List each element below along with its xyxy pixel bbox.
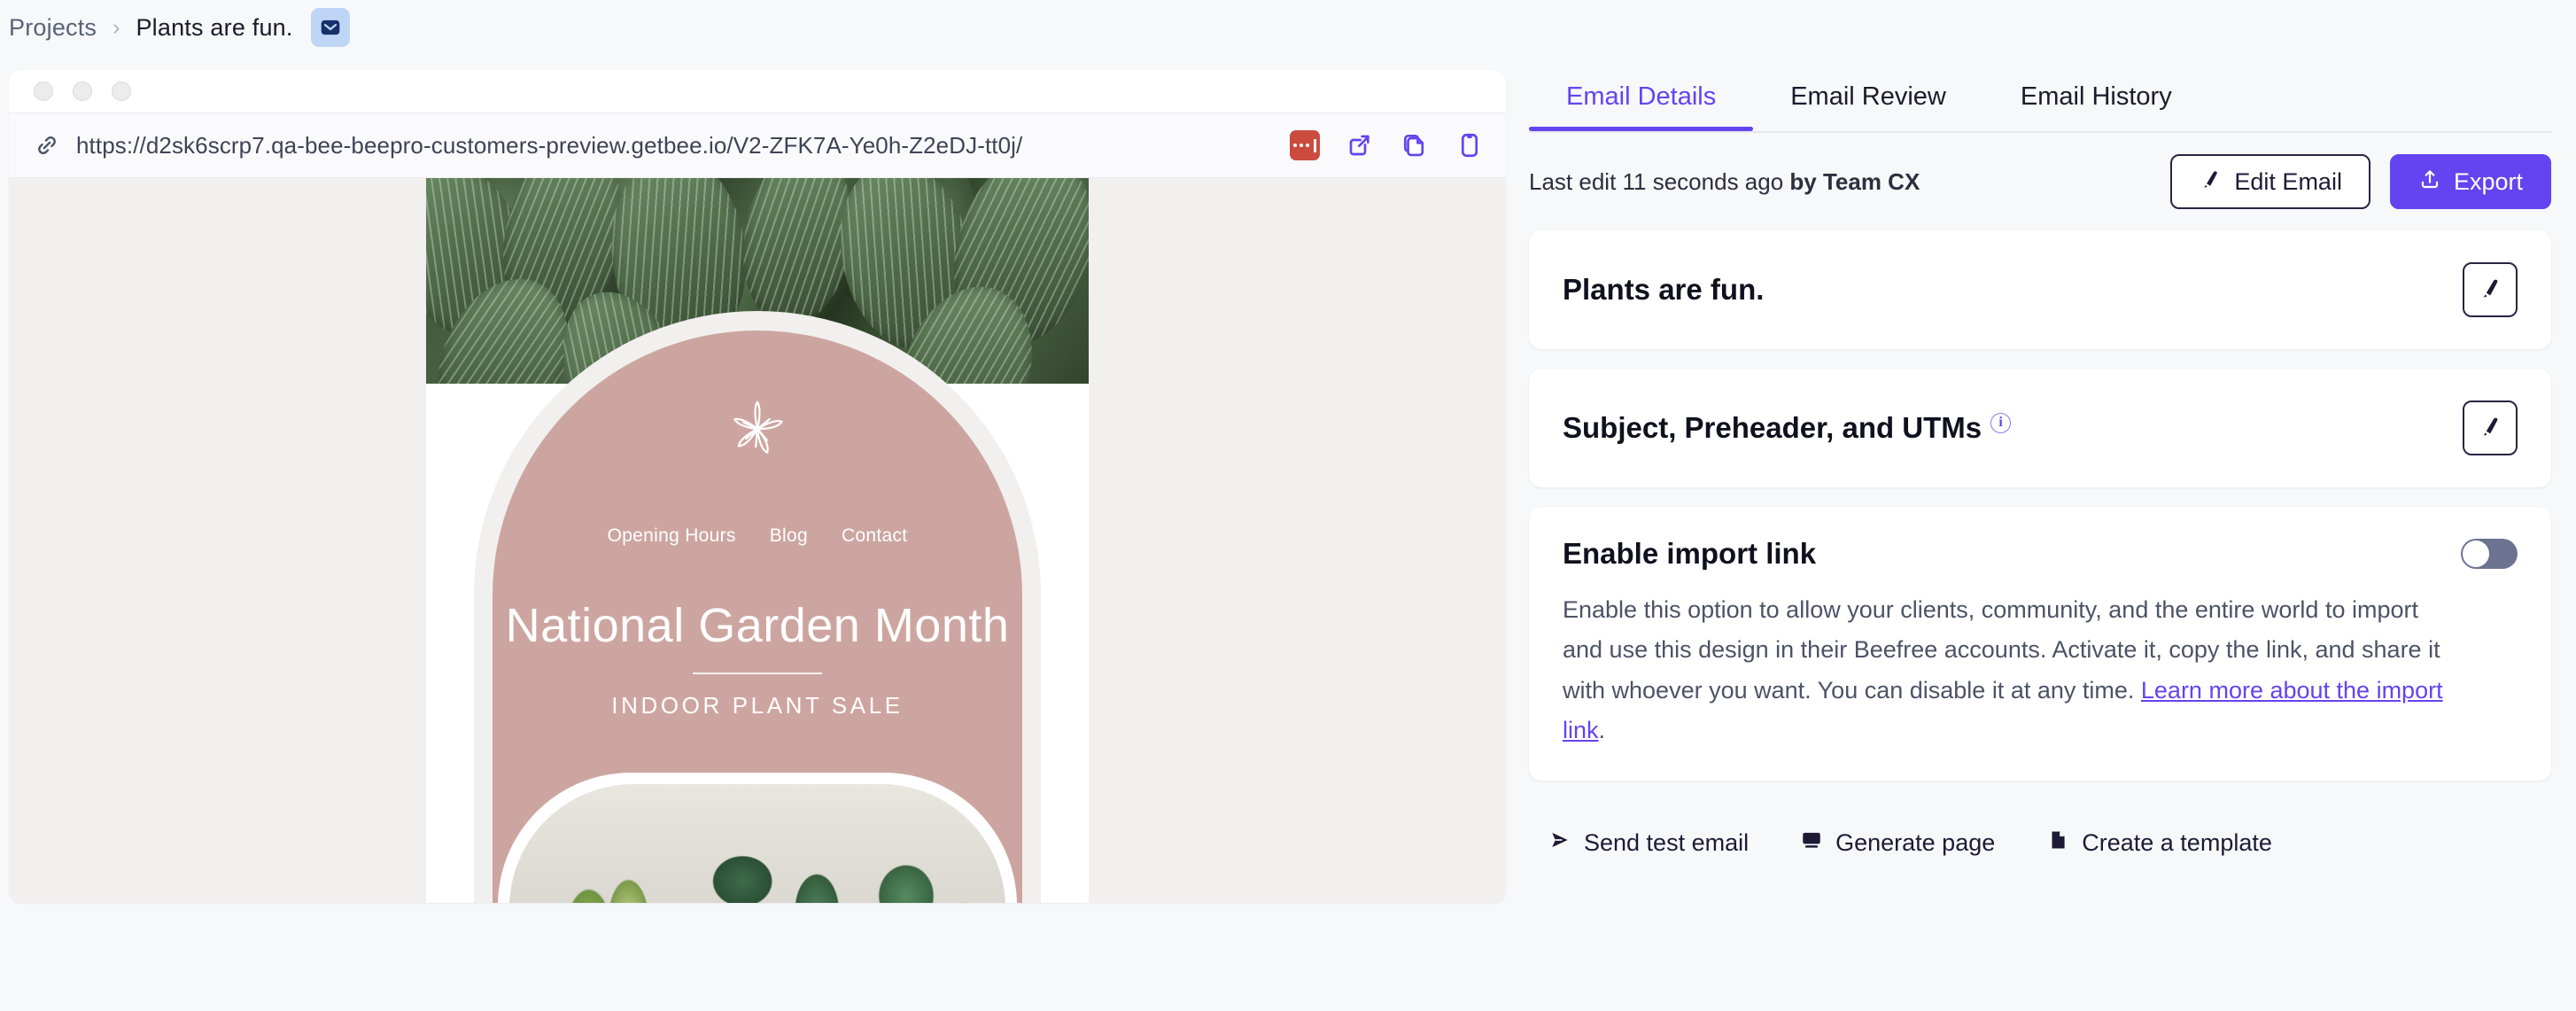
link-icon: [34, 132, 60, 159]
breadcrumb-current-title: Plants are fun.: [136, 13, 293, 41]
details-tabs: Email Details Email Review Email History: [1529, 55, 2551, 131]
send-test-email-label: Send test email: [1584, 828, 1750, 856]
subject-card-title: Subject, Preheader, and UTMs i: [1563, 411, 2012, 445]
flower-icon: [493, 389, 1022, 471]
email-hero-section: Opening Hours Blog Contact National Gard…: [493, 331, 1022, 903]
recording-dots-icon[interactable]: [1290, 130, 1320, 160]
url-bar: https://d2sk6scrp7.qa-bee-beepro-custome…: [9, 113, 1506, 178]
create-template-label: Create a template: [2082, 828, 2272, 856]
app-root: Projects › Plants are fun. https://d2sk6…: [0, 0, 2576, 1011]
page-icon: [1800, 828, 1823, 858]
pen-icon: [2478, 276, 2502, 305]
email-hero-divider: [693, 673, 822, 674]
generate-page-button[interactable]: Generate page: [1800, 828, 1995, 858]
edit-email-name-button[interactable]: [2463, 262, 2518, 317]
url-text[interactable]: https://d2sk6scrp7.qa-bee-beepro-custome…: [76, 132, 1290, 159]
breadcrumb-separator: ›: [113, 14, 120, 40]
export-label: Export: [2453, 167, 2523, 195]
main-body: https://d2sk6scrp7.qa-bee-beepro-custome…: [0, 55, 2576, 1011]
email-hero-title: National Garden Month: [505, 599, 1010, 652]
copy-icon[interactable]: [1400, 130, 1430, 160]
pen-icon: [2478, 414, 2502, 443]
edit-email-button[interactable]: Edit Email: [2170, 154, 2370, 209]
tab-email-history[interactable]: Email History: [1983, 82, 2209, 131]
tab-email-details[interactable]: Email Details: [1529, 82, 1754, 131]
window-dot-close: [34, 82, 53, 101]
window-dot-minimize: [73, 82, 92, 101]
details-pane: Email Details Email Review Email History…: [1508, 55, 2576, 1011]
pen-icon: [2199, 167, 2222, 197]
email-nav-item-0[interactable]: Opening Hours: [608, 525, 736, 547]
edit-email-label: Edit Email: [2234, 167, 2342, 195]
browser-window-controls: [9, 70, 1506, 113]
breadcrumb: Projects › Plants are fun.: [0, 0, 2576, 55]
indoor-plants-photo: [498, 773, 1017, 903]
mobile-device-icon[interactable]: [1455, 130, 1485, 160]
generate-page-label: Generate page: [1835, 828, 1996, 856]
import-link-header: Enable import link: [1563, 537, 2518, 571]
window-dot-maximize: [112, 82, 131, 101]
toggle-knob: [2463, 540, 2489, 567]
import-link-title: Enable import link: [1563, 537, 1817, 570]
send-test-email-button[interactable]: Send test email: [1548, 828, 1749, 858]
tab-email-review[interactable]: Email Review: [1753, 82, 1983, 131]
preview-pane: https://d2sk6scrp7.qa-bee-beepro-custome…: [0, 55, 1508, 1011]
last-edit-time: Last edit 11 seconds ago: [1529, 167, 1790, 195]
card-email-name: Plants are fun.: [1529, 230, 2551, 349]
import-desc-after: .: [1598, 717, 1606, 744]
edit-subject-button[interactable]: [2463, 401, 2518, 455]
footer-actions: Send test email Generate page Create a t…: [1529, 800, 2551, 885]
card-enable-import-link: Enable import link Enable this option to…: [1529, 507, 2551, 782]
email-nav: Opening Hours Blog Contact: [493, 525, 1022, 547]
card-subject-preheader-utms: Subject, Preheader, and UTMs i: [1529, 369, 2551, 487]
email-preview-canvas: Opening Hours Blog Contact National Gard…: [9, 178, 1506, 903]
send-icon: [1548, 828, 1571, 858]
subject-card-label: Subject, Preheader, and UTMs: [1563, 411, 1982, 444]
meta-row: Last edit 11 seconds ago by Team CX Edit…: [1529, 133, 2551, 230]
export-button[interactable]: Export: [2389, 154, 2551, 209]
email-nav-item-2[interactable]: Contact: [842, 525, 907, 547]
envelope-icon: [319, 16, 342, 39]
email-name-title: Plants are fun.: [1563, 273, 1765, 306]
import-link-description: Enable this option to allow your clients…: [1563, 590, 2457, 750]
template-icon: [2046, 828, 2069, 858]
last-edit-author: by Team CX: [1789, 167, 1920, 195]
email-nav-item-1[interactable]: Blog: [770, 525, 808, 547]
external-link-icon[interactable]: [1345, 130, 1375, 160]
url-action-group: [1290, 130, 1485, 160]
browser-mock: https://d2sk6scrp7.qa-bee-beepro-custome…: [9, 70, 1506, 903]
export-icon: [2418, 167, 2441, 197]
email-hero-subtitle: INDOOR PLANT SALE: [611, 692, 904, 719]
email-type-badge[interactable]: [310, 8, 350, 47]
info-icon[interactable]: i: [1990, 413, 2012, 433]
create-template-button[interactable]: Create a template: [2046, 828, 2272, 858]
last-edit-text: Last edit 11 seconds ago by Team CX: [1529, 168, 1920, 196]
email-document: Opening Hours Blog Contact National Gard…: [426, 178, 1089, 903]
import-link-toggle[interactable]: [2461, 539, 2518, 569]
breadcrumb-projects-link[interactable]: Projects: [9, 14, 97, 42]
meta-actions: Edit Email Export: [2170, 154, 2551, 209]
